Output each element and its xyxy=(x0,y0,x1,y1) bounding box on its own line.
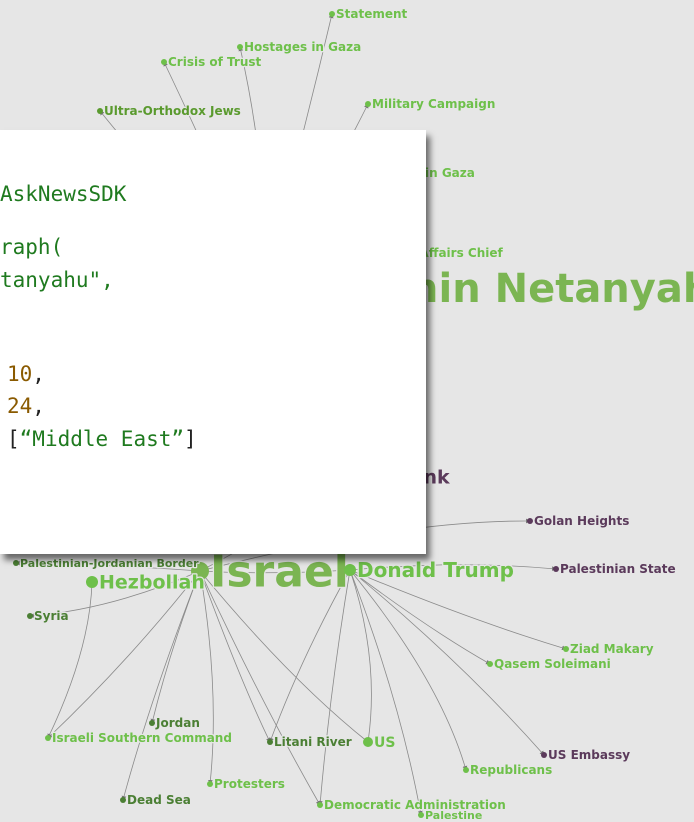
node-dot xyxy=(553,566,559,572)
node-dot xyxy=(527,518,533,524)
node-label: Palestine xyxy=(425,809,482,822)
node-dot xyxy=(267,739,273,745)
code-token: AskNewsSDK xyxy=(0,182,127,206)
graph-node-crisis[interactable]: Crisis of Trust xyxy=(161,54,263,70)
node-dot xyxy=(161,59,167,65)
node-label: Statement xyxy=(336,7,408,21)
node-dot xyxy=(27,613,33,619)
graph-node-paljordan[interactable]: Palestinian-Jordanian Border xyxy=(13,556,200,571)
node-label: Ultra-Orthodox Jews xyxy=(104,104,241,118)
node-dot xyxy=(418,812,424,818)
graph-node-trump[interactable]: Donald Trump xyxy=(344,557,515,583)
code-token: raph( xyxy=(0,235,64,259)
code-line: AskNewsSDK xyxy=(0,182,126,206)
node-label: Jordan xyxy=(155,716,200,730)
code-line: [“Middle East”] xyxy=(7,427,197,451)
graph-node-palestine[interactable]: Palestine xyxy=(418,808,484,822)
node-label: Hostages in Gaza xyxy=(244,40,361,54)
graph-node-ultra[interactable]: Ultra-Orthodox Jews xyxy=(97,103,242,119)
node-label: Syria xyxy=(34,609,69,623)
graph-node-protesters[interactable]: Protesters xyxy=(207,776,286,792)
node-dot xyxy=(86,576,98,588)
graph-edge xyxy=(349,569,491,665)
graph-node-deadsea[interactable]: Dead Sea xyxy=(120,792,192,808)
code-token: 24 xyxy=(7,394,33,418)
node-label: Protesters xyxy=(214,777,285,791)
code-token: “Middle East” xyxy=(19,427,185,451)
graph-edge xyxy=(317,569,351,806)
graph-node-embassy[interactable]: US Embassy xyxy=(541,747,631,763)
node-label: Donald Trump xyxy=(357,558,514,582)
graph-node-jordan[interactable]: Jordan xyxy=(149,715,201,731)
graph-node-statement[interactable]: Statement xyxy=(329,6,409,22)
code-token: 10 xyxy=(7,362,33,386)
node-label: Ziad Makary xyxy=(570,642,654,656)
code-line: raph( xyxy=(0,235,63,259)
node-label: Israel xyxy=(210,546,349,597)
code-panel: AskNewsSDK raph(tanyahu", 10, 24, [“Middle E… xyxy=(0,130,426,554)
node-dot xyxy=(365,101,371,107)
code-line: 10, xyxy=(7,362,45,386)
node-label: US Embassy xyxy=(548,748,630,762)
graph-node-military[interactable]: Military Campaign xyxy=(365,96,497,112)
node-label: Palestinian-Jordanian Border xyxy=(20,557,199,570)
node-label: Qasem Soleimani xyxy=(494,657,611,671)
graph-node-ziad[interactable]: Ziad Makary xyxy=(563,641,655,657)
node-dot xyxy=(487,661,493,667)
graph-edge xyxy=(150,570,201,724)
node-label: Crisis of Trust xyxy=(168,55,262,69)
node-dot xyxy=(329,11,335,17)
graph-node-republicans[interactable]: Republicans xyxy=(463,762,553,778)
graph-node-southern[interactable]: Israeli Southern Command xyxy=(45,730,233,746)
node-dot xyxy=(207,781,213,787)
graph-node-israel[interactable]: Israel xyxy=(191,545,350,599)
graph-edge xyxy=(121,570,201,801)
node-dot xyxy=(344,564,356,576)
graph-node-syria[interactable]: Syria xyxy=(27,608,70,624)
graph-node-us[interactable]: US xyxy=(363,734,397,752)
node-label: Dead Sea xyxy=(127,793,191,807)
node-dot xyxy=(45,735,51,741)
node-dot xyxy=(13,560,19,566)
node-dot xyxy=(97,108,103,114)
code-line: tanyahu", xyxy=(0,268,114,292)
graph-edge xyxy=(199,570,214,785)
node-label: Palestinian State xyxy=(560,562,676,576)
node-label: Republicans xyxy=(470,763,552,777)
node-dot xyxy=(463,767,469,773)
node-dot xyxy=(563,646,569,652)
graph-edge xyxy=(47,581,93,739)
graph-node-qasem[interactable]: Qasem Soleimani xyxy=(487,656,612,672)
code-line: 24, xyxy=(7,394,45,418)
code-token: , xyxy=(32,394,45,418)
node-label: Military Campaign xyxy=(372,97,495,111)
graph-node-golan[interactable]: Golan Heights xyxy=(527,513,631,529)
node-label: Litani River xyxy=(274,735,352,749)
node-dot xyxy=(317,802,323,808)
graph-node-hostages[interactable]: Hostages in Gaza xyxy=(237,39,362,55)
node-label: Golan Heights xyxy=(534,514,629,528)
graph-edge xyxy=(199,570,321,806)
code-token: [ xyxy=(7,427,20,451)
node-dot xyxy=(237,44,243,50)
graph-node-litani[interactable]: Litani River xyxy=(267,734,353,750)
node-label: Hezbollah xyxy=(99,572,205,594)
graph-edge xyxy=(47,570,201,739)
node-dot xyxy=(541,752,547,758)
graph-edge xyxy=(349,569,372,743)
node-label: US xyxy=(374,735,395,751)
node-dot xyxy=(120,797,126,803)
node-label: Israeli Southern Command xyxy=(52,731,232,745)
graph-node-hezbollah[interactable]: Hezbollah xyxy=(86,570,206,595)
graph-node-palstate[interactable]: Palestinian State xyxy=(553,561,677,577)
node-dot xyxy=(149,720,155,726)
node-dot xyxy=(363,737,373,747)
code-token: tanyahu", xyxy=(0,268,114,292)
code-token: ] xyxy=(184,427,197,451)
code-token: , xyxy=(32,362,45,386)
